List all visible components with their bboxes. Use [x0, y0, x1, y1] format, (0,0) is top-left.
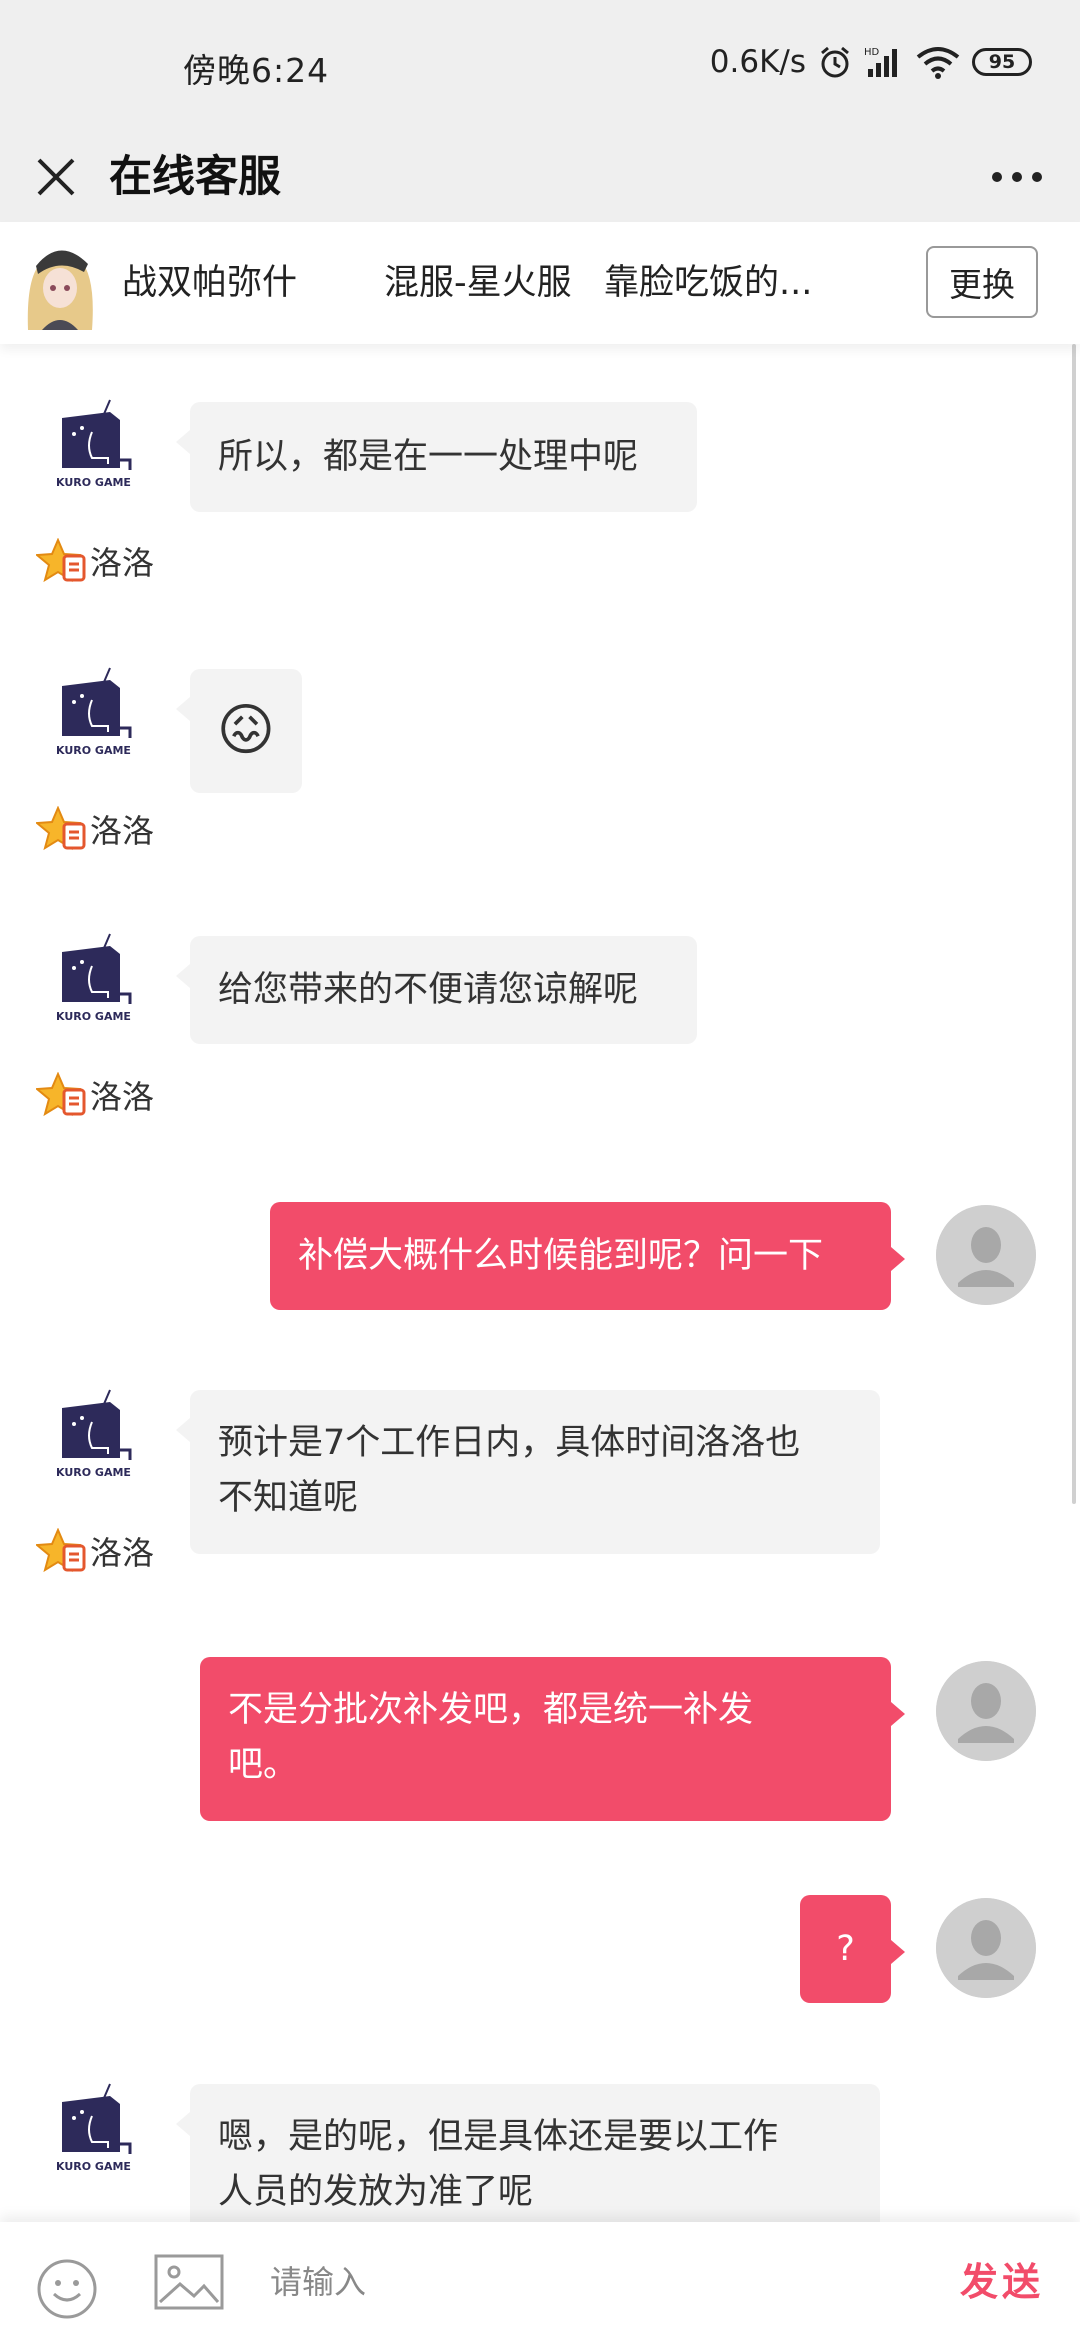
svg-text:KURO GAME: KURO GAME	[56, 744, 131, 757]
image-picker-button[interactable]	[154, 2254, 224, 2310]
message-bubble: 😖	[176, 669, 302, 793]
agent-name: 洛洛	[90, 1534, 155, 1572]
kuro-game-logo: KURO GAME	[56, 667, 132, 757]
status-bar: 傍晚6:24 0.6K/s HD 95	[0, 0, 1080, 132]
user-avatar	[936, 1898, 1036, 1998]
message-bubble: 给您带来的不便请您谅解呢	[176, 936, 697, 1044]
message-bubble: 预计是7个工作日内，具体时间洛洛也 不知道呢	[176, 1390, 880, 1554]
agent-badge-icon	[36, 1528, 86, 1573]
chat-scrollbar[interactable]	[1072, 344, 1076, 1504]
agent-label: 洛洛	[36, 538, 154, 584]
svg-text:HD: HD	[864, 47, 880, 58]
emoji-button[interactable]	[36, 2258, 98, 2320]
svg-text:KURO GAME: KURO GAME	[56, 2160, 131, 2173]
more-button[interactable]	[982, 132, 1052, 222]
kuro-game-logo: KURO GAME	[56, 2083, 132, 2173]
message-bubble: 所以，都是在一一处理中呢	[176, 402, 697, 512]
title-bar: 在线客服	[0, 132, 1080, 222]
game-name: 战双帕弥什	[122, 263, 298, 303]
message-text-line: 预计是7个工作日内，具体时间洛洛也	[218, 1423, 801, 1463]
agent-name: 洛洛	[90, 1078, 155, 1116]
kuro-game-logo: KURO GAME	[56, 933, 132, 1023]
message-bubble: 补偿大概什么时候能到呢？问一下	[270, 1202, 905, 1310]
agent-badge-icon	[36, 538, 86, 583]
message-bubble: 不是分批次补发吧，都是统一补发 吧。	[200, 1657, 905, 1821]
change-button[interactable]: 更换	[926, 246, 1038, 318]
page-title: 在线客服	[109, 152, 281, 202]
game-info-bar: 战双帕弥什 混服-星火服 靠脸吃饭的... 更换	[0, 222, 1080, 344]
message-text-line: 嗯，是的呢，但是具体还是要以工作	[218, 2117, 779, 2157]
message-text: 补偿大概什么时候能到呢？问一下	[298, 1235, 824, 1276]
close-button[interactable]	[28, 132, 84, 222]
svg-text:KURO GAME: KURO GAME	[56, 1466, 131, 1479]
kuro-game-logo: KURO GAME	[56, 1389, 132, 1479]
kuro-game-logo: KURO GAME	[56, 399, 132, 489]
svg-text:KURO GAME: KURO GAME	[56, 476, 131, 489]
character-name: 靠脸吃饭的...	[604, 263, 813, 303]
agent-badge-icon	[36, 806, 86, 851]
send-button[interactable]: 发送	[960, 2252, 1044, 2312]
user-avatar	[936, 1661, 1036, 1761]
confounded-face-emoji: 😖	[216, 698, 276, 763]
agent-badge-icon	[36, 1072, 86, 1117]
battery-icon: 95	[972, 48, 1032, 76]
server-name: 混服-星火服	[384, 263, 572, 303]
message-bubble: ?	[800, 1895, 905, 2003]
agent-name: 洛洛	[90, 812, 155, 850]
message-text-line: 不是分批次补发吧，都是统一补发	[228, 1690, 754, 1730]
message-text-line: 人员的发放为准了呢	[218, 2172, 534, 2212]
close-icon	[37, 158, 75, 196]
network-speed: 0.6K/s	[709, 44, 806, 80]
message-text: 所以，都是在一一处理中呢	[218, 436, 639, 477]
hd-signal-icon: HD	[864, 47, 897, 77]
alarm-icon	[821, 46, 849, 78]
message-text: 给您带来的不便请您谅解呢	[218, 969, 639, 1010]
agent-label: 洛洛	[36, 1072, 154, 1118]
svg-text:KURO GAME: KURO GAME	[56, 1010, 131, 1023]
agent-label: 洛洛	[36, 1528, 154, 1574]
status-icons: 0.6K/s HD 95	[710, 40, 1032, 84]
battery-level: 95	[988, 51, 1016, 73]
agent-name: 洛洛	[90, 544, 155, 582]
user-avatar	[936, 1205, 1036, 1305]
status-time: 傍晚6:24	[183, 51, 330, 90]
character-avatar	[22, 236, 98, 330]
message-text: ?	[836, 1928, 855, 1969]
input-bar: 发送	[0, 2222, 1080, 2340]
message-text-line: 吧。	[228, 1745, 299, 1785]
message-input[interactable]	[268, 2244, 832, 2320]
agent-label: 洛洛	[36, 806, 154, 852]
more-icon	[992, 172, 1042, 182]
message-text-line: 不知道呢	[218, 1478, 359, 1518]
wifi-icon	[916, 47, 960, 79]
